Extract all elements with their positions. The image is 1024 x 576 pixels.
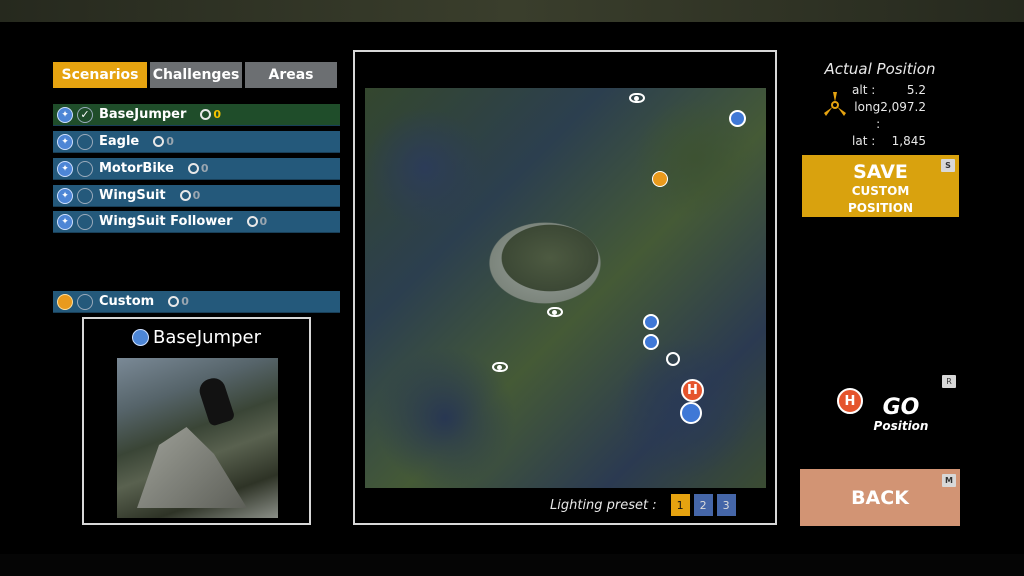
- completion-count: 0: [168, 295, 189, 308]
- category-tabs: Scenarios Challenges Areas: [53, 62, 337, 88]
- custom-name: Custom: [99, 294, 155, 309]
- scenario-row-wingsuit[interactable]: ✦ WingSuit 0: [53, 185, 340, 207]
- back-button[interactable]: BACK M: [800, 469, 960, 526]
- custom-position-icon: [57, 293, 73, 310]
- clock-icon: [168, 296, 180, 307]
- clock-icon: [179, 190, 191, 201]
- rock-shape: [137, 427, 247, 508]
- check-icon: ✓: [77, 106, 93, 123]
- top-bar: [0, 0, 1024, 22]
- scenario-name: WingSuit Follower: [99, 214, 233, 229]
- checkbox-icon: [77, 213, 93, 230]
- go-text: GO Position: [872, 395, 930, 434]
- save-label: SAVE: [853, 161, 908, 183]
- wingsuit-marker-icon[interactable]: [729, 110, 746, 127]
- viewpoint-eye-icon[interactable]: [492, 362, 508, 372]
- tab-scenarios[interactable]: Scenarios: [53, 62, 147, 88]
- viewpoint-eye-icon[interactable]: [547, 307, 563, 317]
- back-label: BACK: [851, 486, 909, 509]
- save-sub-label-2: POSITION: [848, 201, 913, 215]
- completion-count: 0: [246, 215, 267, 228]
- checkbox-icon: [77, 160, 93, 177]
- scenario-row-basejumper[interactable]: ✦ ✓ BaseJumper 0: [53, 104, 340, 126]
- checkbox-icon: [77, 293, 93, 310]
- lat-label: lat :: [852, 134, 876, 148]
- helicopter-pin-icon: H: [837, 388, 863, 414]
- eagle-icon: ✦: [57, 133, 73, 150]
- preview-title-text: BaseJumper: [153, 327, 261, 348]
- scenario-name: Eagle: [99, 134, 140, 149]
- key-hint: R: [942, 375, 956, 388]
- propeller-icon: [824, 92, 846, 116]
- custom-row[interactable]: Custom 0: [53, 291, 340, 313]
- go-label: GO: [882, 395, 920, 420]
- lighting-preset: Lighting preset : 1 2 3: [550, 494, 736, 516]
- save-sub-label: CUSTOM: [851, 184, 910, 198]
- clock-icon: [200, 109, 212, 120]
- key-hint: S: [941, 159, 955, 172]
- basejumper-icon: ✦: [57, 106, 73, 123]
- position-readout: alt : 5.2 long :2,097.2 lat : 1,845: [852, 82, 926, 150]
- checkbox-icon: [77, 133, 93, 150]
- completion-count: 0: [187, 162, 209, 175]
- scenario-row-eagle[interactable]: ✦ Eagle 0: [53, 131, 340, 153]
- viewpoint-eye-icon[interactable]: [629, 93, 645, 103]
- lighting-preset-3[interactable]: 3: [716, 494, 736, 516]
- lighting-preset-2[interactable]: 2: [693, 494, 713, 516]
- scenario-preview: BaseJumper: [82, 317, 311, 525]
- long-label: long :: [854, 100, 881, 131]
- clock-icon: [187, 163, 199, 174]
- position-title: Actual Position: [824, 60, 936, 78]
- go-position-button[interactable]: H GO Position R: [800, 367, 960, 452]
- save-custom-position-button[interactable]: SAVE CUSTOM POSITION S: [802, 155, 959, 217]
- basejumper-marker-icon[interactable]: [680, 402, 702, 424]
- clock-icon: [153, 136, 165, 147]
- helicopter-marker-icon[interactable]: H: [681, 379, 704, 402]
- preview-image: [117, 358, 278, 518]
- terrain-map[interactable]: H: [365, 88, 766, 488]
- go-sub-label: Position: [873, 419, 929, 433]
- scenario-row-motorbike[interactable]: ✦ MotorBike 0: [53, 158, 340, 180]
- scenario-name: WingSuit: [99, 188, 166, 203]
- jumper-figure: [196, 375, 236, 427]
- wingsuit-icon: ✦: [57, 187, 73, 204]
- lighting-label: Lighting preset :: [550, 497, 657, 513]
- tab-areas[interactable]: Areas: [245, 62, 337, 88]
- long-value: 2,097.2: [880, 100, 926, 114]
- completion-count: 0: [200, 108, 221, 121]
- alt-value: 5.2: [906, 83, 926, 97]
- clock-icon: [246, 216, 258, 227]
- completion-count: 0: [153, 135, 174, 148]
- wingsuit-follower-icon: ✦: [57, 213, 73, 230]
- scenario-name: BaseJumper: [99, 107, 187, 122]
- custom-position-marker[interactable]: [652, 171, 668, 187]
- motorbike-icon: ✦: [57, 160, 73, 177]
- follower-marker-icon[interactable]: [666, 352, 680, 366]
- bottom-bar: [0, 554, 1024, 576]
- preview-title: BaseJumper: [84, 327, 309, 348]
- scenario-row-wingsuit-follower[interactable]: ✦ WingSuit Follower 0: [53, 211, 340, 233]
- eagle-marker-icon[interactable]: [643, 314, 659, 330]
- completion-count: 0: [179, 189, 200, 202]
- lat-value: 1,845: [891, 134, 926, 148]
- alt-label: alt :: [852, 83, 876, 97]
- basejumper-icon: [132, 329, 149, 346]
- lighting-preset-1[interactable]: 1: [670, 494, 690, 516]
- scenario-name: MotorBike: [99, 161, 174, 176]
- key-hint: M: [942, 474, 956, 487]
- tab-challenges[interactable]: Challenges: [150, 62, 242, 88]
- motorbike-marker-icon[interactable]: [643, 334, 659, 350]
- checkbox-icon: [77, 187, 93, 204]
